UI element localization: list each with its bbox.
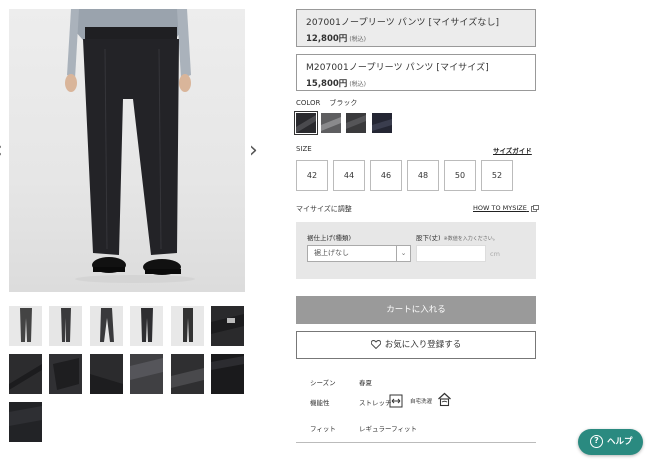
thumbnail-fabric-3[interactable] xyxy=(211,354,244,394)
mysize-label: マイサイズに調整 xyxy=(296,205,352,213)
prev-image-arrow[interactable]: ‹ xyxy=(0,138,3,163)
variant-name: M207001ノープリーツ パンツ [マイサイズ] xyxy=(306,63,489,73)
thumbnail-walk[interactable] xyxy=(90,306,123,346)
external-window-icon xyxy=(531,204,539,212)
color-swatch-black[interactable] xyxy=(294,111,318,135)
hem-finish-select[interactable]: 裾上げなし ⌄ xyxy=(307,245,411,262)
size-guide-link[interactable]: サイズガイド xyxy=(493,145,532,155)
variant-price: 15,800円 (税込) xyxy=(306,79,366,89)
next-image-arrow[interactable]: › xyxy=(249,138,258,163)
season-value: 春夏 xyxy=(359,379,372,387)
inseam-length-label: 股下(丈) ※数値を入力ください。 xyxy=(416,234,498,242)
variant-name: 207001ノープリーツ パンツ [マイサイズなし] xyxy=(306,18,500,28)
thumbnail-back[interactable] xyxy=(130,306,163,346)
fit-label: フィット xyxy=(310,425,336,433)
variant-option-mysize[interactable]: M207001ノープリーツ パンツ [マイサイズ] 15,800円 (税込) xyxy=(296,54,536,91)
function-label: 機能性 xyxy=(310,399,330,407)
variant-price: 12,800円 (税込) xyxy=(306,34,366,44)
thumbnail-detail-waist[interactable] xyxy=(211,306,244,346)
hem-finish-label: 裾仕上げ(種類) xyxy=(307,234,352,242)
heart-icon xyxy=(370,340,381,350)
inseam-unit: cm xyxy=(490,250,500,258)
stretch-value: ストレッチ xyxy=(359,399,392,407)
size-option-48[interactable]: 48 xyxy=(407,160,439,191)
color-swatch-gray[interactable] xyxy=(321,113,341,133)
fit-value: レギュラーフィット xyxy=(359,425,417,433)
thumbnail-detail-inside[interactable] xyxy=(49,354,82,394)
how-to-mysize-link[interactable]: HOW TO MYSIZE xyxy=(473,204,539,212)
size-option-52[interactable]: 52 xyxy=(481,160,513,191)
thumbnail-detail-pocket[interactable] xyxy=(9,354,42,394)
variant-option-standard[interactable]: 207001ノープリーツ パンツ [マイサイズなし] 12,800円 (税込) xyxy=(296,9,536,47)
hem-finish-panel: 裾仕上げ(種類) 股下(丈) ※数値を入力ください。 裾上げなし ⌄ cm xyxy=(296,222,536,279)
size-option-44[interactable]: 44 xyxy=(333,160,365,191)
selected-color-name: ブラック xyxy=(329,99,358,107)
washable-value: 自宅洗濯 xyxy=(410,399,433,405)
size-option-42[interactable]: 42 xyxy=(296,160,328,191)
color-swatch-charcoal[interactable] xyxy=(346,113,366,133)
add-to-favorites-button[interactable]: お気に入り登録する xyxy=(296,331,536,359)
thumbnail-front-2[interactable] xyxy=(171,306,204,346)
thumbnail-side[interactable] xyxy=(49,306,82,346)
main-product-image xyxy=(9,9,245,292)
inseam-length-input[interactable] xyxy=(416,245,486,262)
thumbnail-front[interactable] xyxy=(9,306,42,346)
size-label: SIZE xyxy=(296,145,312,153)
thumbnail-fabric-4[interactable] xyxy=(9,402,42,442)
add-to-cart-button[interactable]: カートに入れる xyxy=(296,296,536,324)
color-label: COLOR ブラック xyxy=(296,99,358,107)
stretch-icon xyxy=(389,393,403,412)
size-option-50[interactable]: 50 xyxy=(444,160,476,191)
chevron-down-icon: ⌄ xyxy=(396,246,410,261)
home-wash-icon xyxy=(437,392,452,411)
season-label: シーズン xyxy=(310,379,336,387)
thumbnail-fabric-2[interactable] xyxy=(171,354,204,394)
thumbnail-fabric-1[interactable] xyxy=(130,354,163,394)
thumbnail-detail-hem[interactable] xyxy=(90,354,123,394)
color-swatch-navy[interactable] xyxy=(372,113,392,133)
size-option-46[interactable]: 46 xyxy=(370,160,402,191)
help-button[interactable]: ? ヘルプ xyxy=(578,429,643,455)
question-icon: ? xyxy=(590,435,603,448)
spec-divider xyxy=(296,442,536,443)
